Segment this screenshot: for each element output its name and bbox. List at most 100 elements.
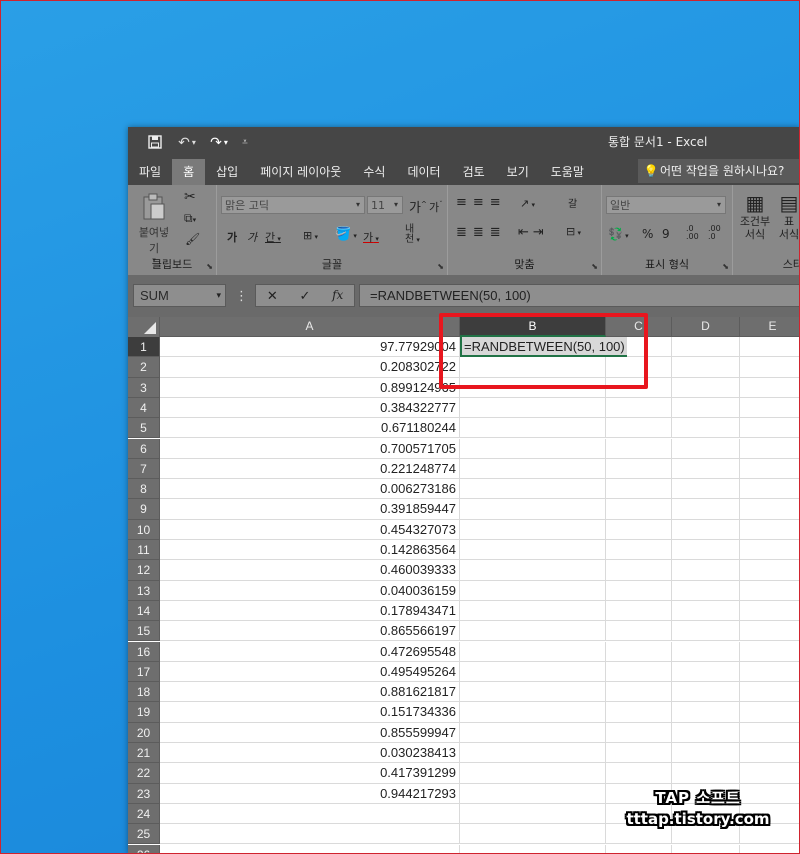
cell-e5[interactable] (740, 418, 800, 439)
paste-button[interactable]: 붙여넣기 ▾ (134, 193, 174, 264)
row-header[interactable]: 4 (128, 397, 160, 419)
row-header[interactable]: 19 (128, 702, 160, 723)
cell-a19[interactable]: 0.151734336 (160, 702, 460, 723)
cell-e4[interactable] (740, 398, 800, 419)
cell-a12[interactable]: 0.460039333 (160, 560, 460, 581)
cell-a20[interactable]: 0.855599947 (160, 722, 460, 743)
cell-b9[interactable] (460, 499, 606, 520)
increase-decimal-button[interactable]: .0 .00 (686, 225, 704, 241)
cell-a18[interactable]: 0.881621817 (160, 682, 460, 703)
row-header[interactable]: 25 (128, 824, 160, 845)
cell-b23[interactable] (460, 783, 606, 804)
row-header[interactable]: 8 (128, 479, 160, 500)
cell-c16[interactable] (606, 641, 672, 662)
cell-e21[interactable] (740, 743, 800, 764)
dialog-launcher-icon[interactable]: ⬊ (722, 262, 729, 271)
underline-button[interactable]: 간 ▾ (265, 229, 281, 245)
cell-e16[interactable] (740, 642, 800, 662)
tell-me-box[interactable]: 💡 어떤 작업을 원하시나요? (638, 159, 800, 183)
cell-d11[interactable] (672, 540, 740, 561)
formula-input[interactable]: =RANDBETWEEN(50, 100) (359, 284, 800, 307)
row-header[interactable]: 16 (128, 641, 160, 662)
dialog-launcher-icon[interactable]: ⬊ (206, 262, 213, 271)
orientation-icon[interactable]: ↗ ▾ (520, 197, 535, 210)
tab-7[interactable]: 검토 (452, 159, 496, 185)
cell-c8[interactable] (606, 479, 672, 500)
cell-a17[interactable]: 0.495495264 (160, 661, 460, 683)
cell-a4[interactable]: 0.384322777 (160, 397, 460, 419)
cell-e6[interactable] (740, 439, 800, 459)
cell-c15[interactable] (606, 621, 672, 642)
cell-c21[interactable] (606, 743, 672, 764)
merge-center-icon[interactable]: ⊟ ▾ (566, 225, 581, 238)
conditional-format-button[interactable]: ▦ 조건부 서식 (735, 191, 775, 241)
cell-b16[interactable] (460, 641, 606, 662)
cell-e11[interactable] (740, 540, 800, 561)
undo-icon[interactable]: ↶ ▾ (172, 127, 202, 157)
fill-color-icon[interactable]: 🪣 ▾ (335, 227, 357, 242)
borders-icon[interactable]: ⊞ ▾ (303, 229, 318, 242)
cell-e10[interactable] (740, 520, 800, 540)
tab-3[interactable]: 삽입 (205, 159, 249, 185)
redo-icon[interactable]: ↷ ▾ (204, 127, 234, 157)
cell-a11[interactable]: 0.142863564 (160, 540, 460, 561)
number-format-combo[interactable]: 일반 ▾ (606, 196, 726, 214)
cell-d22[interactable] (672, 763, 740, 784)
column-header-a[interactable]: A (160, 317, 460, 337)
row-header[interactable]: 15 (128, 621, 160, 642)
cell-b4[interactable] (460, 397, 606, 419)
cell-c20[interactable] (606, 722, 672, 743)
cell-a22[interactable]: 0.417391299 (160, 763, 460, 784)
comma-button[interactable]: 9 (662, 227, 670, 241)
cell-c22[interactable] (606, 763, 672, 784)
cell-b8[interactable] (460, 479, 606, 500)
row-header[interactable]: 20 (128, 722, 160, 743)
tab-1[interactable]: 파일 (128, 159, 172, 185)
customize-qat-icon[interactable]: ⩡ (238, 127, 252, 157)
cell-e20[interactable] (740, 723, 800, 743)
cell-b7[interactable] (460, 458, 606, 480)
row-header[interactable]: 17 (128, 661, 160, 683)
row-header[interactable]: 23 (128, 783, 160, 804)
cell-a7[interactable]: 0.221248774 (160, 458, 460, 480)
cell-d10[interactable] (672, 519, 740, 540)
format-painter-icon[interactable]: 🖌 (185, 232, 200, 246)
cut-icon[interactable]: ✂ (184, 189, 196, 205)
cell-d4[interactable] (672, 397, 740, 419)
grow-font-icon[interactable]: 가^ (409, 197, 427, 216)
cell-b19[interactable] (460, 702, 606, 723)
cell-a1[interactable]: 97.77929004 (160, 337, 460, 358)
cell-d8[interactable] (672, 479, 740, 500)
cell-e7[interactable] (740, 459, 800, 480)
cell-b14[interactable] (460, 600, 606, 622)
cell-a21[interactable]: 0.030238413 (160, 743, 460, 764)
indent-icons[interactable]: ⇤⇥ (518, 225, 548, 240)
row-header[interactable]: 12 (128, 560, 160, 581)
cell-e26[interactable] (740, 845, 800, 854)
cell-e8[interactable] (740, 479, 800, 500)
dialog-launcher-icon[interactable]: ⬊ (437, 262, 444, 271)
tab-6[interactable]: 데이터 (396, 159, 451, 185)
cell-d1[interactable] (672, 337, 740, 358)
cell-c9[interactable] (606, 499, 672, 520)
cell-c26[interactable] (606, 844, 672, 854)
cell-b6[interactable] (460, 438, 606, 459)
row-header[interactable]: 22 (128, 763, 160, 784)
cell-d13[interactable] (672, 580, 740, 601)
tab-9[interactable]: 도움말 (540, 159, 595, 185)
cell-b22[interactable] (460, 763, 606, 784)
row-header[interactable]: 6 (128, 438, 160, 459)
column-header-e[interactable]: E (740, 317, 800, 337)
cell-b25[interactable] (460, 824, 606, 845)
cell-d5[interactable] (672, 418, 740, 439)
cell-b5[interactable] (460, 418, 606, 439)
insert-function-button[interactable]: fx (321, 285, 354, 306)
cell-c5[interactable] (606, 418, 672, 439)
cell-a8[interactable]: 0.006273186 (160, 479, 460, 500)
cell-d21[interactable] (672, 743, 740, 764)
cell-d19[interactable] (672, 702, 740, 723)
cell-a23[interactable]: 0.944217293 (160, 783, 460, 804)
cell-a26[interactable] (160, 844, 460, 854)
select-all-button[interactable] (128, 317, 160, 337)
italic-button[interactable]: 가 (247, 229, 257, 245)
